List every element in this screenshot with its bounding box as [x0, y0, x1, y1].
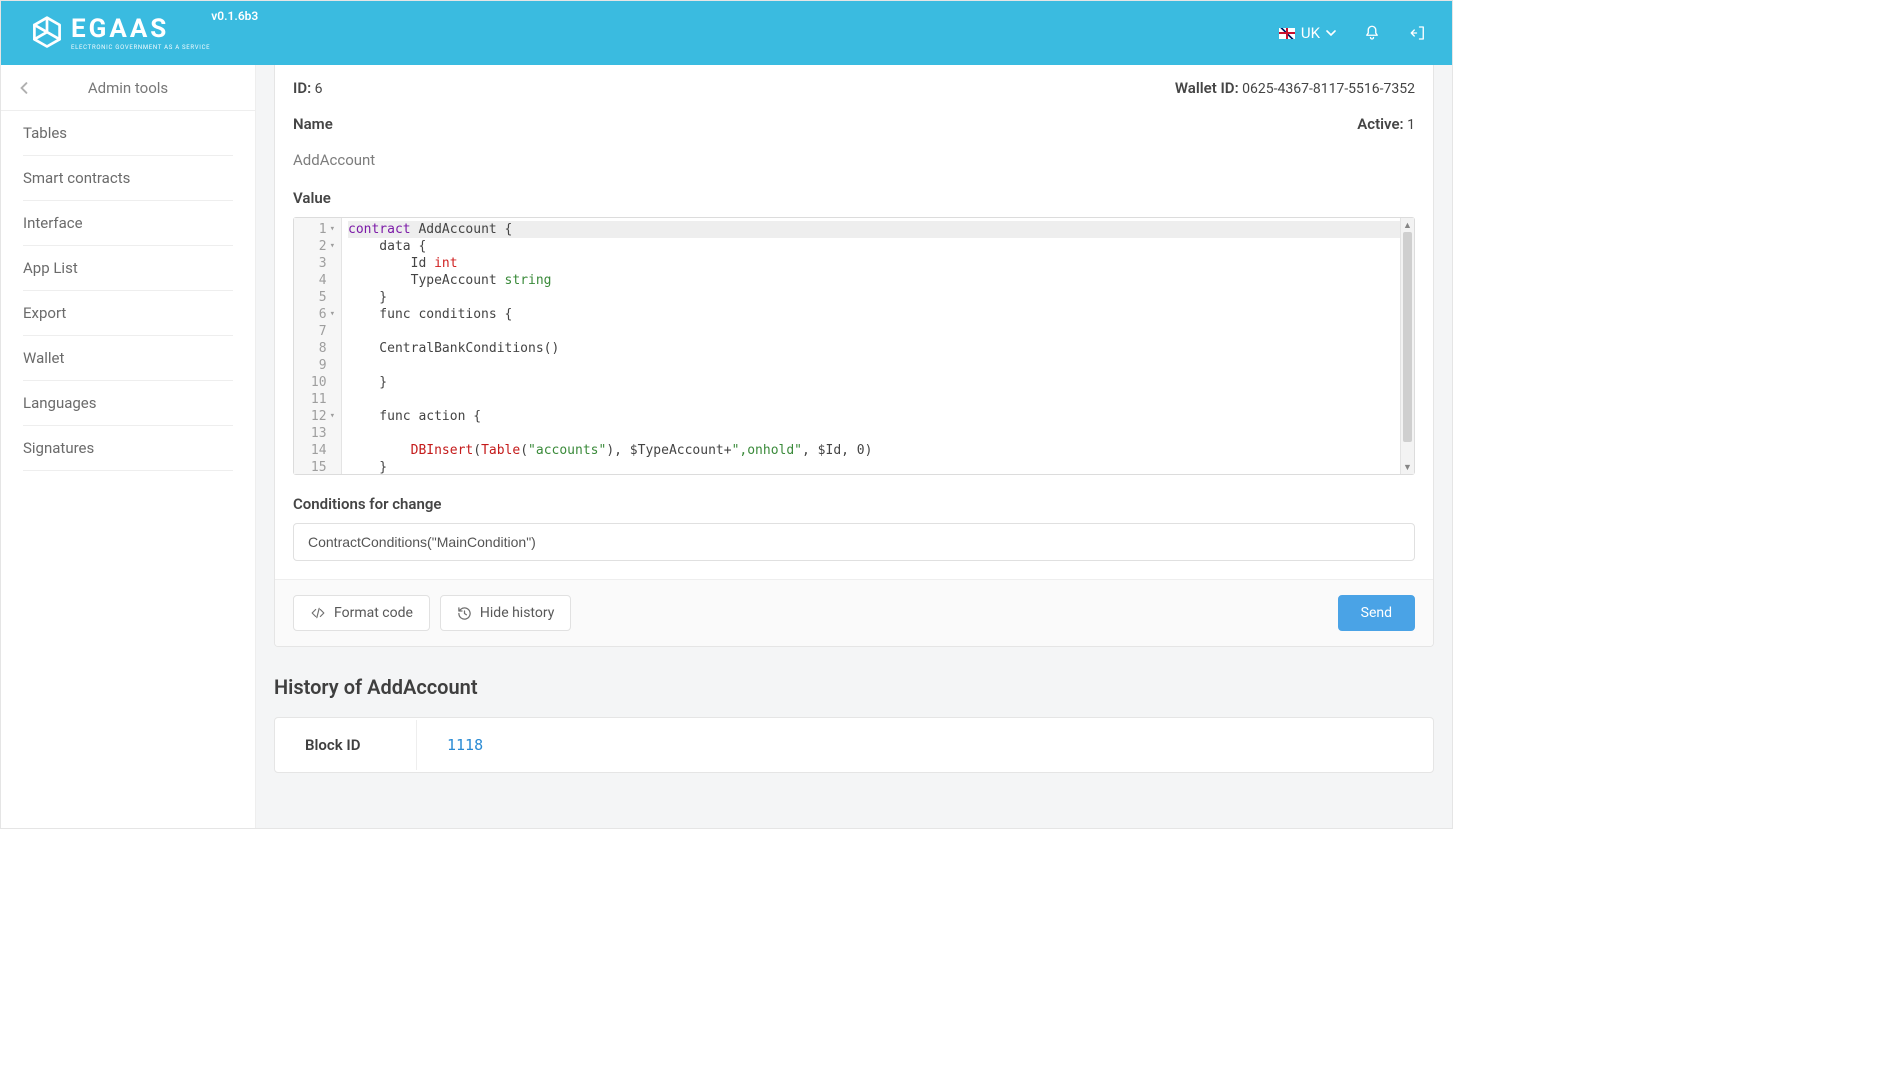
language-label: UK — [1301, 24, 1320, 42]
app-header: EGAAS ELECTRONIC GOVERNMENT AS A SERVICE… — [1, 1, 1452, 65]
scroll-up-icon[interactable]: ▲ — [1401, 218, 1414, 232]
editor-scrollbar[interactable]: ▲ ▼ — [1400, 218, 1414, 474]
editor-gutter: 1▾ 2▾ 3 4 5 6▾ 7 8 9 10 11 12▾ 13 1 — [294, 218, 342, 474]
sidebar: Admin tools Tables Smart contracts Inter… — [1, 65, 256, 828]
conditions-label: Conditions for change — [293, 495, 1415, 513]
id-value: 6 — [315, 81, 323, 97]
blockid-link[interactable]: 1118 — [447, 736, 483, 754]
name-label: Name — [293, 115, 333, 133]
logo-text: EGAAS — [71, 16, 210, 42]
history-panel: Block ID 1118 — [274, 717, 1434, 773]
blockid-label: Block ID — [277, 720, 417, 770]
bell-icon — [1363, 24, 1381, 42]
code-editor[interactable]: 1▾ 2▾ 3 4 5 6▾ 7 8 9 10 11 12▾ 13 1 — [293, 217, 1415, 475]
send-label: Send — [1361, 605, 1392, 621]
scroll-thumb[interactable] — [1403, 232, 1412, 442]
logo[interactable]: EGAAS ELECTRONIC GOVERNMENT AS A SERVICE… — [29, 15, 210, 51]
active-value: 1 — [1407, 117, 1415, 133]
sidebar-item-signatures[interactable]: Signatures — [23, 426, 233, 471]
wallet-id-label: Wallet ID: — [1175, 79, 1239, 97]
format-code-button[interactable]: Format code — [293, 595, 430, 631]
logo-subtitle: ELECTRONIC GOVERNMENT AS A SERVICE — [71, 44, 210, 51]
scroll-down-icon[interactable]: ▼ — [1401, 460, 1414, 474]
format-code-label: Format code — [334, 605, 413, 621]
sidebar-item-wallet[interactable]: Wallet — [23, 336, 233, 381]
id-label: ID: — [293, 79, 311, 97]
sidebar-item-export[interactable]: Export — [23, 291, 233, 336]
history-icon — [457, 606, 472, 621]
active-label: Active: — [1357, 115, 1403, 133]
wallet-id-value: 0625-4367-8117-5516-7352 — [1242, 81, 1415, 97]
panel-footer: Format code Hide history Send — [275, 579, 1433, 646]
flag-uk-icon — [1279, 28, 1295, 39]
logout-icon — [1409, 24, 1427, 42]
version-label: v0.1.6b3 — [211, 9, 258, 23]
code-icon — [310, 606, 326, 620]
value-label: Value — [293, 189, 1415, 207]
conditions-input[interactable] — [293, 523, 1415, 561]
sidebar-item-tables[interactable]: Tables — [23, 111, 233, 156]
sidebar-title: Admin tools — [47, 79, 255, 97]
editor-code[interactable]: contract AddAccount { data { Id int Type… — [342, 218, 1414, 474]
history-title: History of AddAccount — [274, 675, 1434, 699]
main-content: ID: 6 Wallet ID: 0625-4367-8117-5516-735… — [256, 65, 1452, 828]
send-button[interactable]: Send — [1338, 595, 1415, 631]
history-table: Block ID 1118 — [275, 718, 1433, 772]
name-value: AddAccount — [293, 151, 1415, 169]
logout-button[interactable] — [1408, 23, 1428, 43]
chevron-down-icon — [1326, 28, 1336, 38]
logo-icon — [29, 15, 65, 51]
chevron-left-icon — [18, 82, 30, 94]
sidebar-item-app-list[interactable]: App List — [23, 246, 233, 291]
sidebar-item-languages[interactable]: Languages — [23, 381, 233, 426]
hide-history-label: Hide history — [480, 605, 554, 621]
notifications-button[interactable] — [1362, 23, 1382, 43]
sidebar-back-button[interactable] — [1, 82, 47, 94]
sidebar-item-smart-contracts[interactable]: Smart contracts — [23, 156, 233, 201]
language-selector[interactable]: UK — [1279, 24, 1336, 42]
hide-history-button[interactable]: Hide history — [440, 595, 571, 631]
sidebar-item-interface[interactable]: Interface — [23, 201, 233, 246]
